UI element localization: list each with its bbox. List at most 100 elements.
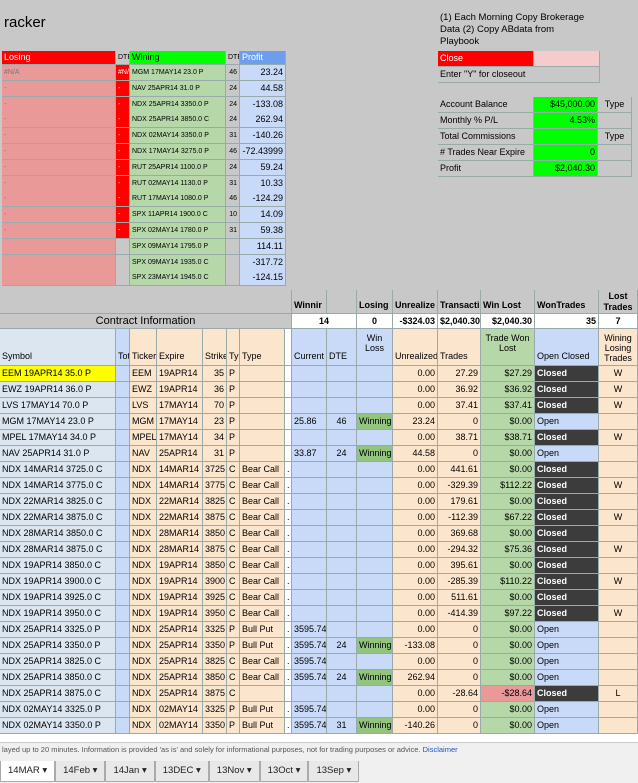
mini-profit-cell: -72.43999 [240, 144, 286, 160]
cell-twl: $36.92 [481, 382, 535, 398]
cell-st[interactable]: Closed [535, 558, 599, 574]
cell-st[interactable]: Closed [535, 430, 599, 446]
cell-sym[interactable]: NDX 25APR14 3350.0 P [0, 638, 116, 654]
cell-st[interactable]: Open [535, 414, 599, 430]
cell-tr: 27.29 [438, 366, 481, 382]
close-label[interactable]: Close [438, 51, 534, 67]
cell-sym[interactable]: EEM 19APR14 35.0 P [0, 366, 116, 382]
cell-st[interactable]: Closed [535, 494, 599, 510]
disclaimer-link[interactable]: Disclaimer [423, 745, 458, 754]
cell-sym[interactable]: NAV 25APR14 31.0 P [0, 446, 116, 462]
cell-sym[interactable]: NDX 25APR14 3325.0 P [0, 622, 116, 638]
mini-losing-cell: - [2, 128, 116, 145]
sheet-tab-14mar[interactable]: 14MAR ▾ [0, 761, 56, 782]
cell-sym[interactable]: NDX 28MAR14 3850.0 C [0, 526, 116, 542]
cell-st[interactable]: Open [535, 446, 599, 462]
cell-wlt [599, 446, 638, 462]
cell-wl [357, 542, 393, 558]
cell-sym[interactable]: NDX 25APR14 3850.0 C [0, 670, 116, 686]
cell-st[interactable]: Closed [535, 382, 599, 398]
sheet-tab-13dec[interactable]: 13DEC ▾ [154, 761, 209, 782]
cell-sym[interactable]: NDX 28MAR14 3875.0 C [0, 542, 116, 558]
sheet-tab-14jan[interactable]: 14Jan ▾ [105, 761, 155, 782]
summary-value[interactable] [534, 129, 598, 145]
cell-sym[interactable]: NDX 22MAR14 3825.0 C [0, 494, 116, 510]
cell-cur [292, 590, 327, 606]
cell-sym[interactable]: EWZ 19APR14 36.0 P [0, 382, 116, 398]
cell-wlt [599, 654, 638, 670]
cell-wlt [599, 622, 638, 638]
cell-dte: 24 [327, 638, 357, 654]
summary-value[interactable]: 0 [534, 145, 598, 161]
sheet-tab-13nov[interactable]: 13Nov ▾ [208, 761, 260, 782]
mini-dte-cell: - [116, 144, 130, 160]
cell-st[interactable]: Open [535, 654, 599, 670]
cell-cur: 3595.74 [292, 622, 327, 638]
cell-dte [327, 622, 357, 638]
cell-dot: . [285, 510, 292, 526]
cell-s: 3850 [203, 558, 227, 574]
cell-st[interactable]: Closed [535, 510, 599, 526]
cell-sym[interactable]: NDX 25APR14 3875.0 C [0, 686, 116, 702]
col-header-u: Unrealized [393, 329, 438, 366]
cell-sym[interactable]: NDX 14MAR14 3725.0 C [0, 462, 116, 478]
cell-tot [116, 366, 130, 382]
cell-sym[interactable]: MPEL 17MAY14 34.0 P [0, 430, 116, 446]
close-input[interactable] [534, 51, 600, 67]
sheet-tab-13oct[interactable]: 13Oct ▾ [259, 761, 309, 782]
cell-k: P [227, 638, 240, 654]
cell-t: NDX [130, 638, 157, 654]
cell-wlt: W [599, 398, 638, 414]
cell-st[interactable]: Closed [535, 686, 599, 702]
summary-value[interactable]: $45,000.00 [534, 97, 598, 113]
note-line: Playbook [440, 36, 480, 47]
cell-sym[interactable]: NDX 19APR14 3850.0 C [0, 558, 116, 574]
cell-st[interactable]: Open [535, 718, 599, 734]
cell-sym[interactable]: NDX 02MAY14 3325.0 P [0, 702, 116, 718]
cell-sym[interactable]: NDX 19APR14 3900.0 C [0, 574, 116, 590]
col-header-s: Strike [203, 329, 227, 366]
cell-tot [116, 542, 130, 558]
cell-s: 3850 [203, 526, 227, 542]
cell-st[interactable]: Closed [535, 478, 599, 494]
cell-s: 3350 [203, 638, 227, 654]
cell-sym[interactable]: NDX 14MAR14 3775.0 C [0, 478, 116, 494]
cell-sym[interactable]: LVS 17MAY14 70.0 P [0, 398, 116, 414]
cell-dte [327, 702, 357, 718]
summary-value[interactable]: $2,040.30 [534, 161, 598, 177]
summary-extra [598, 161, 632, 177]
cell-cur [292, 542, 327, 558]
sheet-tab-13sep[interactable]: 13Sep ▾ [308, 761, 360, 782]
cell-st[interactable]: Closed [535, 462, 599, 478]
cell-st[interactable]: Open [535, 622, 599, 638]
cell-tot [116, 510, 130, 526]
header-winning: Winnir [292, 290, 327, 314]
cell-st[interactable]: Closed [535, 542, 599, 558]
col-header-tot: Tot [116, 329, 130, 366]
summary-value[interactable]: 4.53% [534, 113, 598, 129]
cell-st[interactable]: Open [535, 702, 599, 718]
cell-st[interactable]: Closed [535, 398, 599, 414]
cell-sym[interactable]: NDX 19APR14 3925.0 C [0, 590, 116, 606]
cell-st[interactable]: Open [535, 638, 599, 654]
cell-k: C [227, 590, 240, 606]
cell-sym[interactable]: NDX 02MAY14 3350.0 P [0, 718, 116, 734]
cell-sym[interactable]: NDX 19APR14 3950.0 C [0, 606, 116, 622]
cell-st[interactable]: Closed [535, 590, 599, 606]
sheet-tab-14feb[interactable]: 14Feb ▾ [55, 761, 106, 782]
cell-st[interactable]: Closed [535, 574, 599, 590]
cell-sym[interactable]: NDX 22MAR14 3875.0 C [0, 510, 116, 526]
cell-st[interactable]: Closed [535, 366, 599, 382]
cell-k: C [227, 558, 240, 574]
cell-sym[interactable]: NDX 25APR14 3825.0 C [0, 654, 116, 670]
mini-profit-cell: -124.15 [240, 270, 286, 287]
cell-dot: . [285, 718, 292, 734]
cell-sym[interactable]: MGM 17MAY14 23.0 P [0, 414, 116, 430]
cell-wl: Winning [357, 414, 393, 430]
cell-st[interactable]: Closed [535, 526, 599, 542]
cell-t: NDX [130, 606, 157, 622]
header-spacer [327, 290, 357, 314]
cell-st[interactable]: Closed [535, 606, 599, 622]
cell-s: 23 [203, 414, 227, 430]
cell-st[interactable]: Open [535, 670, 599, 686]
